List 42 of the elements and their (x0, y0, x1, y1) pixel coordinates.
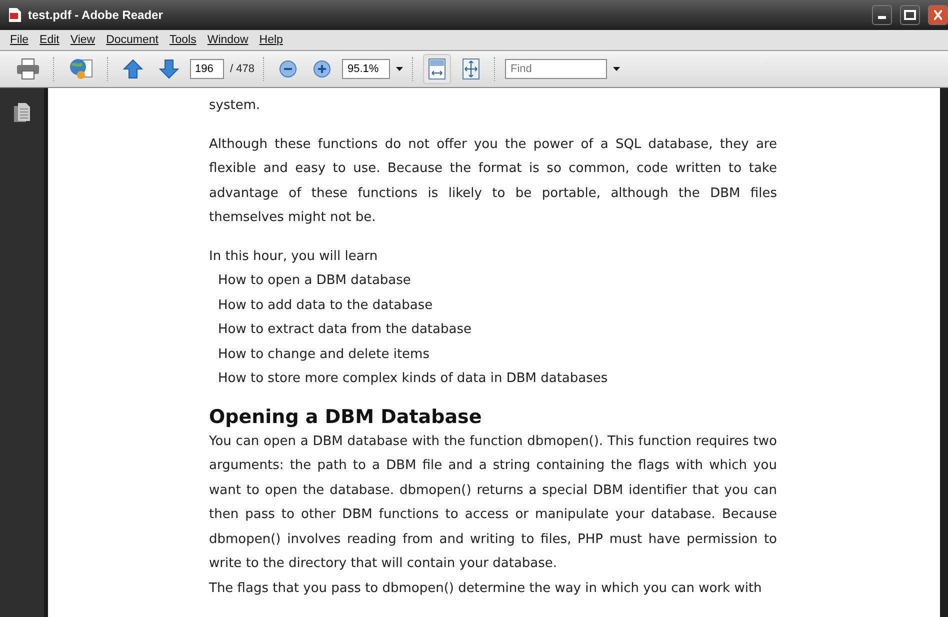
paragraph: system. (209, 97, 262, 115)
close-button[interactable] (928, 5, 948, 25)
section-heading: Opening a DBM Database (209, 404, 483, 430)
page-total: / 478 (230, 63, 254, 75)
fit-width-icon (428, 58, 446, 80)
list-item: How to extract data from the database (217, 321, 472, 339)
printer-icon (16, 58, 40, 80)
menu-item[interactable]: File (6, 34, 33, 46)
dropdown-caret-icon[interactable] (613, 67, 620, 71)
zoom-in-icon (313, 60, 332, 78)
menu-item[interactable]: View (66, 34, 100, 46)
close-icon (934, 10, 942, 20)
pages-icon[interactable] (13, 102, 31, 124)
menu-item[interactable]: Tools (166, 34, 200, 46)
maximize-button[interactable] (900, 5, 920, 25)
menu-item[interactable]: Edit (36, 34, 64, 46)
fit-page-icon (462, 58, 480, 80)
page-number-field[interactable]: 196 (190, 59, 224, 79)
list-intro: In this hour, you will learn (209, 248, 379, 266)
paragraph: The flags that you pass to dbmopen() determine the way in which you can work with (209, 580, 763, 598)
window-title: test.pdf - Adobe Reader (28, 8, 164, 22)
scrollbar[interactable] (940, 88, 948, 617)
paragraph: You can open a DBM database with the function dbmopen(). This function requires two arguments: the path to a DBM file and a string containing the flags with which you want to open the database. dbmopen() returns a special DBM identifier that you can then pass to other DBM functions to access or manipulate your database. Because dbmopen() involves reading from and writing to files, PHP must have permission to write to the directory that will contain your database. (209, 432, 777, 573)
zoom-field[interactable]: 95.1% (342, 59, 390, 79)
globe-document-icon (68, 57, 94, 81)
list-item: How to store more complex kinds of data in DBM databases (217, 370, 609, 388)
find-field[interactable]: Find (505, 59, 608, 79)
paragraph: Although these functions do not offer you the power of a SQL database, they are flexible and easy to use. Because the format is so common, code written to take advantage of these functions is likely to be portable, although the DBM files themselves might not be. (209, 136, 777, 227)
dropdown-caret-icon[interactable] (396, 67, 404, 71)
down-arrow-icon (158, 58, 180, 80)
pdf-file-icon (8, 7, 22, 23)
menu-item[interactable]: Help (255, 34, 287, 46)
list-item: How to change and delete items (217, 346, 430, 364)
list-item: How to open a DBM database (217, 272, 412, 290)
minimize-button[interactable] (872, 5, 892, 25)
menu-item[interactable]: Document (102, 34, 162, 46)
menu-item[interactable]: Window (203, 34, 252, 46)
up-arrow-icon (122, 58, 144, 80)
fit-width-button[interactable] (423, 54, 452, 84)
zoom-out-icon (279, 60, 298, 78)
maximize-icon (904, 10, 916, 20)
list-item: How to add data to the database (217, 296, 434, 314)
